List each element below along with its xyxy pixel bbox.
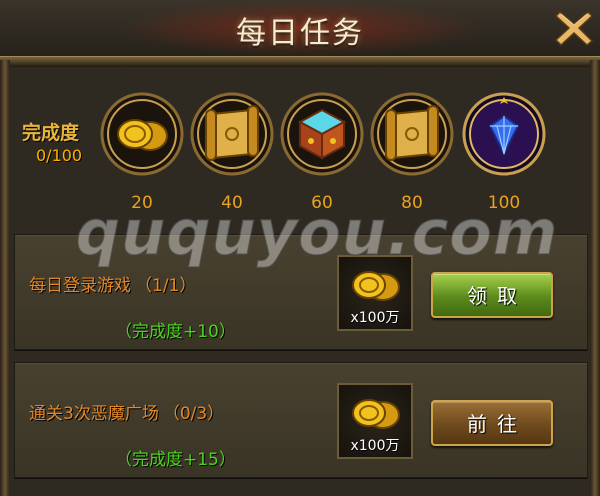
task-reward: （完成度+10）	[115, 322, 236, 342]
milestone-label: 80	[401, 193, 423, 213]
window-title: 每日任务	[236, 16, 364, 51]
task-name: 每日登录游戏 （1/1）	[29, 271, 196, 296]
progress-label: 完成度	[22, 122, 80, 144]
milestone-label: 60	[311, 193, 333, 213]
milestone-reward-40[interactable]	[190, 92, 274, 176]
header-frame	[0, 56, 600, 67]
scroll-icon	[370, 92, 454, 176]
blue-diamond-icon	[462, 92, 546, 176]
task-title: 每日登录游戏	[29, 276, 131, 296]
task-row: 通关3次恶魔广场 （0/3） （完成度+15） x100万 前往	[14, 362, 588, 478]
progress-value: 0/100	[36, 146, 83, 165]
item-quantity: x100万	[350, 310, 400, 326]
task-reward: （完成度+15）	[115, 450, 236, 470]
task-title: 通关3次恶魔广场	[29, 404, 159, 424]
window-header: 每日任务	[0, 0, 600, 56]
milestone-label: 20	[131, 193, 153, 213]
task-progress: （0/3）	[162, 404, 225, 424]
gold-coins-icon	[100, 92, 184, 176]
go-button[interactable]: 前往	[431, 400, 553, 446]
reward-item[interactable]: x100万	[337, 255, 413, 331]
close-button[interactable]	[552, 6, 596, 50]
claim-button[interactable]: 领取	[431, 272, 553, 318]
task-row: 每日登录游戏 （1/1） （完成度+10） x100万 领取	[14, 234, 588, 350]
item-quantity: x100万	[350, 438, 400, 454]
gold-coins-icon	[352, 399, 400, 429]
treasure-chest-icon	[280, 92, 364, 176]
task-name: 通关3次恶魔广场 （0/3）	[29, 399, 224, 424]
right-frame	[590, 60, 600, 496]
milestone-label: 100	[487, 193, 521, 213]
close-icon	[554, 10, 594, 47]
milestone-label: 40	[221, 193, 243, 213]
milestone-reward-60[interactable]	[280, 92, 364, 176]
milestone-reward-80[interactable]	[370, 92, 454, 176]
reward-item[interactable]: x100万	[337, 383, 413, 459]
milestone-reward-100[interactable]	[462, 92, 546, 176]
milestone-reward-20[interactable]	[100, 92, 184, 176]
left-frame	[0, 60, 10, 496]
gold-coins-icon	[352, 271, 400, 301]
task-progress: （1/1）	[135, 276, 197, 296]
scroll-icon	[190, 92, 274, 176]
